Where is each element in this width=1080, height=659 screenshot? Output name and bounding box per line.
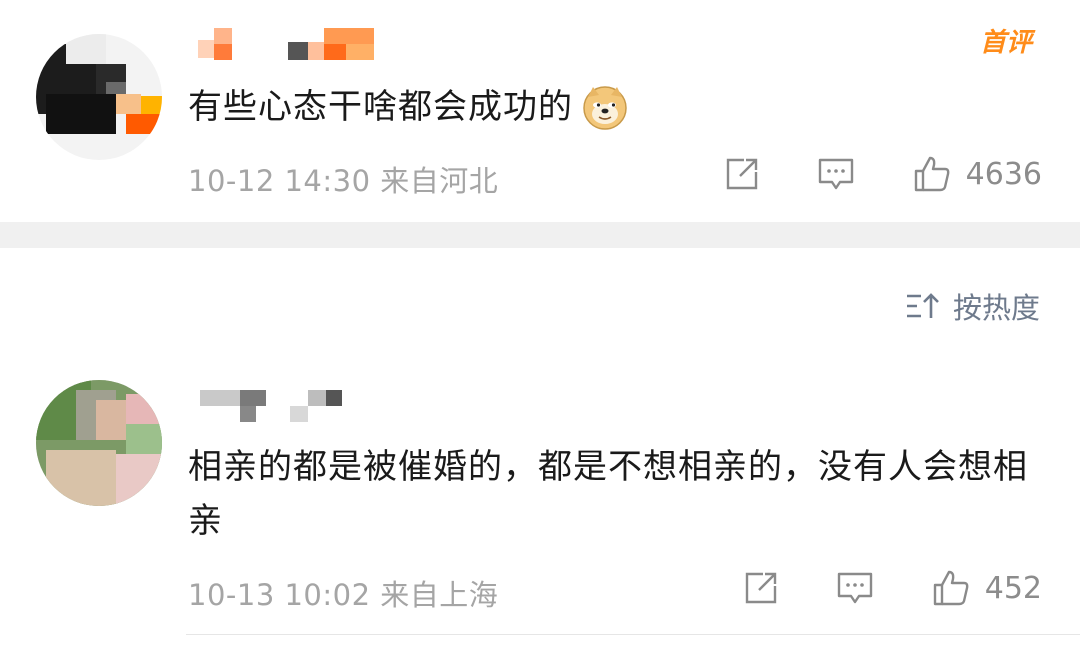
- reply-icon: [818, 158, 853, 190]
- comment-location: 来自上海: [380, 578, 499, 612]
- comment-item: 相亲的都是被催婚的，都是不想相亲的，没有人会想相亲 10-13 10:02 来自…: [0, 360, 1080, 650]
- first-comment-badge: 首评: [979, 28, 1032, 58]
- avatar[interactable]: [36, 380, 162, 506]
- comment-time: 10-13 10:02: [188, 578, 371, 612]
- share-icon: [745, 572, 776, 604]
- like-button[interactable]: 452: [931, 568, 1042, 608]
- username-blurred[interactable]: [196, 384, 356, 422]
- sort-label: 按热度: [952, 291, 1040, 325]
- divider-line: [186, 634, 1080, 635]
- username-blurred[interactable]: [190, 24, 390, 60]
- sort-icon: [906, 293, 939, 318]
- like-count: 452: [984, 570, 1042, 606]
- like-button[interactable]: 4636: [912, 154, 1042, 194]
- like-count: 4636: [965, 156, 1042, 192]
- doge-emoji-icon: [583, 86, 627, 130]
- comment-text: 有些心态干啥都会成功的: [188, 80, 629, 134]
- comment-actions: 4636: [722, 154, 1042, 194]
- comment-meta: 10-13 10:02 来自上海: [188, 572, 498, 614]
- sort-by-hot-button[interactable]: 按热度: [905, 284, 1040, 328]
- comment-time: 10-12 14:30: [188, 164, 371, 198]
- reply-icon: [837, 572, 872, 604]
- section-divider: [0, 222, 1080, 248]
- share-button[interactable]: [741, 568, 781, 608]
- comment-location: 来自河北: [380, 164, 499, 198]
- comment-text: 相亲的都是被催婚的，都是不想相亲的，没有人会想相亲: [188, 447, 1028, 541]
- comment-item: 首评 有些心态干啥都会成功的 10-12 14:30 来自河北 4636: [0, 0, 1080, 222]
- comment-actions: 452: [741, 568, 1042, 608]
- like-icon: [914, 156, 950, 192]
- comment-text-content: 有些心态干啥都会成功的: [188, 87, 573, 127]
- reply-button[interactable]: [835, 568, 875, 608]
- avatar[interactable]: [36, 34, 162, 160]
- like-icon: [933, 570, 969, 606]
- share-button[interactable]: [722, 154, 762, 194]
- share-icon: [726, 158, 757, 190]
- reply-button[interactable]: [816, 154, 856, 194]
- comment-meta: 10-12 14:30 来自河北: [188, 158, 498, 200]
